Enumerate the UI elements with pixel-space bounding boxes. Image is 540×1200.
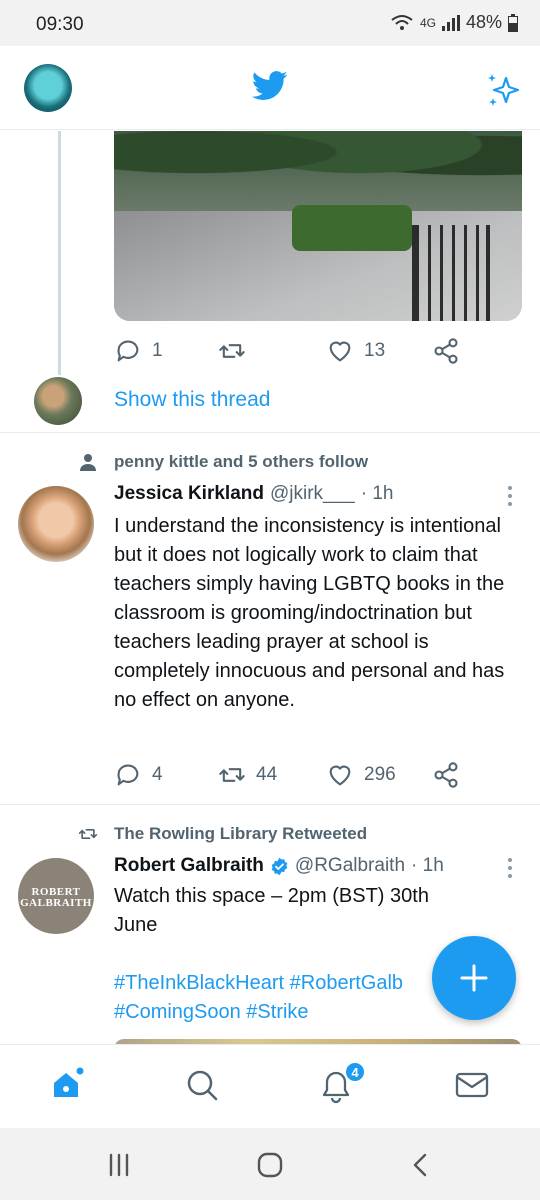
- plus-icon: [460, 964, 488, 992]
- heart-icon: [329, 765, 351, 786]
- author-handle[interactable]: @RGalbraith: [295, 855, 405, 877]
- back-button-icon[interactable]: [406, 1150, 436, 1180]
- more-options-icon[interactable]: [500, 484, 520, 508]
- timeline-feed[interactable]: 1 13 Show this thread penny kittle and 5…: [0, 131, 540, 1044]
- tweet-time: · 1h: [360, 483, 394, 504]
- reply-button[interactable]: 1: [114, 337, 163, 365]
- share-button[interactable]: [432, 761, 460, 789]
- like-count: 13: [364, 340, 386, 361]
- tweet-text: I understand the inconsistency is intent…: [114, 515, 505, 711]
- like-count: 296: [364, 764, 396, 785]
- person-icon: [80, 454, 96, 471]
- reply-count: 1: [152, 340, 163, 361]
- avatar-logo-text: ROBERT GALBRAITH: [20, 886, 92, 909]
- bottom-navigation: 4: [0, 1044, 540, 1128]
- retweet-icon: [219, 344, 245, 358]
- tweet-time: · 1h: [411, 855, 444, 876]
- wifi-calling-icon: [391, 14, 413, 30]
- home-button-icon[interactable]: [255, 1150, 285, 1180]
- tweet-media-image[interactable]: [114, 131, 522, 321]
- tweet-actions: 1 13: [114, 337, 524, 367]
- retweet-icon: [78, 829, 98, 839]
- author-avatar[interactable]: ROBERT GALBRAITH: [18, 858, 94, 934]
- tweet-header: Jessica Kirkland @jkirk___ · 1h: [114, 483, 394, 505]
- battery-icon: [508, 13, 518, 32]
- like-button[interactable]: 296: [326, 761, 396, 789]
- share-icon: [434, 338, 458, 364]
- tweet-actions: 4 44 296: [114, 761, 524, 791]
- retweet-count: 44: [256, 764, 278, 785]
- network-type: 4G: [419, 15, 436, 30]
- reply-count: 4: [152, 764, 163, 785]
- tweet-header: Robert Galbraith @RGalbraith · 1h: [114, 855, 444, 877]
- share-button[interactable]: [432, 337, 460, 365]
- social-context-text: The Rowling Library Retweeted: [114, 824, 368, 843]
- twitter-bird-icon[interactable]: [252, 70, 288, 102]
- battery-percent: 48%: [465, 12, 502, 32]
- profile-avatar[interactable]: [24, 64, 72, 112]
- tweet-divider: [0, 432, 540, 433]
- signal-icon: [441, 14, 460, 31]
- social-context[interactable]: The Rowling Library Retweeted: [78, 824, 367, 844]
- top-app-bar: [0, 46, 540, 130]
- system-navigation-bar: [0, 1128, 540, 1200]
- tweet-text-line: Watch this space – 2pm (BST) 30th June: [114, 885, 429, 936]
- search-icon[interactable]: [182, 1065, 222, 1105]
- show-thread-link[interactable]: Show this thread: [114, 388, 270, 412]
- recent-apps-icon[interactable]: [104, 1150, 134, 1180]
- reply-icon: [117, 340, 139, 362]
- like-button[interactable]: 13: [326, 337, 385, 365]
- author-name[interactable]: Robert Galbraith: [114, 855, 264, 877]
- status-bar: 09:30 4G 48%: [0, 0, 540, 46]
- author-name[interactable]: Jessica Kirkland: [114, 483, 264, 505]
- notifications-badge: 4: [344, 1061, 366, 1083]
- heart-icon: [329, 341, 351, 362]
- more-options-icon[interactable]: [500, 856, 520, 880]
- author-avatar[interactable]: [18, 486, 94, 562]
- social-context-text: penny kittle and 5 others follow: [114, 452, 369, 471]
- thread-connector-line: [58, 131, 61, 375]
- social-context[interactable]: penny kittle and 5 others follow: [78, 452, 368, 472]
- retweet-button[interactable]: 44: [218, 761, 277, 789]
- retweet-button[interactable]: [218, 337, 256, 365]
- reply-button[interactable]: 4: [114, 761, 163, 789]
- reply-icon: [117, 764, 139, 786]
- tweet-divider: [0, 804, 540, 805]
- status-time: 09:30: [36, 14, 84, 35]
- author-handle[interactable]: @jkirk___: [270, 483, 355, 505]
- sparkle-icon[interactable]: [484, 70, 524, 110]
- retweet-icon: [219, 768, 245, 782]
- messages-envelope-icon[interactable]: [452, 1065, 492, 1105]
- thread-author-avatar[interactable]: [34, 377, 82, 425]
- home-icon[interactable]: [48, 1065, 88, 1105]
- share-icon: [434, 762, 458, 788]
- verified-badge-icon: [271, 857, 288, 875]
- compose-tweet-button[interactable]: [432, 936, 516, 1020]
